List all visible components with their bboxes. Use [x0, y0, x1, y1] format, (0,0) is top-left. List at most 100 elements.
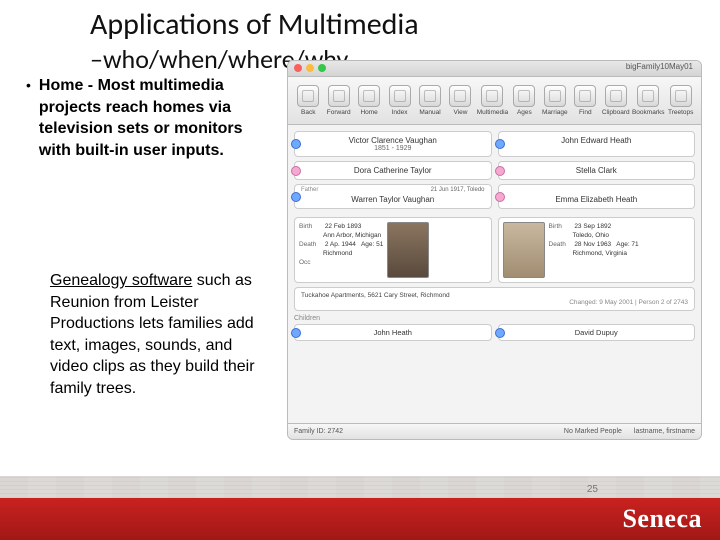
seneca-logo: Seneca — [622, 504, 702, 534]
grandfather-name: Victor Clarence Vaughan — [301, 136, 485, 145]
bookmarks-icon — [637, 85, 659, 107]
grandmother-name: Dora Catherine Taylor — [354, 166, 432, 175]
male-pin-icon — [291, 328, 301, 338]
minimize-icon[interactable] — [306, 64, 314, 72]
toolbar-label: View — [454, 109, 468, 116]
treetops-icon — [670, 85, 692, 107]
event-card[interactable]: Tuckahoe Apartments, 5621 Cary Street, R… — [294, 287, 695, 311]
grandfather2-name: John Edward Heath — [505, 136, 689, 145]
index-icon — [389, 85, 411, 107]
mother-card[interactable]: Emma Elizabeth Heath — [498, 184, 696, 209]
children-label: Children — [294, 315, 695, 322]
toolbar-button-view[interactable]: View — [446, 85, 474, 116]
father-portrait[interactable] — [387, 222, 429, 278]
bullet-text: Home - Most multimedia projects reach ho… — [39, 75, 276, 161]
toolbar-button-ages[interactable]: Ages — [510, 85, 538, 116]
slide: Applications of Multimedia –who/when/whe… — [0, 0, 720, 540]
close-icon[interactable] — [294, 64, 302, 72]
find-icon — [574, 85, 596, 107]
app-body: Victor Clarence Vaughan 1851 - 1929 John… — [288, 125, 701, 351]
toolbar-label: Multimedia — [477, 109, 508, 116]
male-pin-icon — [495, 328, 505, 338]
clipboard-icon — [605, 85, 627, 107]
slide-title: Applications of Multimedia — [90, 6, 419, 43]
toolbar-button-forward[interactable]: Forward — [324, 85, 352, 116]
multimedia-icon — [481, 85, 503, 107]
event-changed: Changed: 9 May 2001 | Person 2 of 2743 — [301, 299, 688, 306]
toolbar-label: Treetops — [668, 109, 693, 116]
female-pin-icon — [291, 166, 301, 176]
marriage-icon — [544, 85, 566, 107]
toolbar-button-index[interactable]: Index — [385, 85, 413, 116]
page-number: 25 — [587, 484, 598, 495]
grandmother2-card[interactable]: Stella Clark — [498, 161, 696, 180]
toolbar-label: Back — [301, 109, 315, 116]
mother-portrait[interactable] — [503, 222, 545, 278]
app-screenshot: bigFamily10May01 Back Forward Home Index Man… — [287, 60, 702, 440]
grandmother-card[interactable]: Dora Catherine Taylor — [294, 161, 492, 180]
toolbar-button-home[interactable]: Home — [355, 85, 383, 116]
event-address: Tuckahoe Apartments, 5621 Cary Street, R… — [301, 292, 688, 299]
zoom-icon[interactable] — [318, 64, 326, 72]
forward-icon — [328, 85, 350, 107]
toolbar-label: Clipboard — [602, 109, 630, 116]
grandfather-card[interactable]: Victor Clarence Vaughan 1851 - 1929 — [294, 131, 492, 157]
toolbar-button-multimedia[interactable]: Multimedia — [477, 85, 508, 116]
father-card[interactable]: Father 21 Jun 1917, Toledo Warren Taylor… — [294, 184, 492, 209]
toolbar-label: Find — [579, 109, 592, 116]
window-titlebar: bigFamily10May01 — [288, 61, 701, 77]
window-traffic-lights — [294, 64, 326, 72]
toolbar-label: Home — [360, 109, 377, 116]
paragraph-rest: such as Reunion from Leister Productions… — [50, 272, 255, 397]
child-card[interactable]: John Heath — [294, 324, 492, 341]
toolbar-button-marriage[interactable]: Marriage — [541, 85, 569, 116]
father-name: Warren Taylor Vaughan — [351, 195, 434, 204]
grandfather-dates: 1851 - 1929 — [301, 145, 485, 152]
toolbar-label: Manual — [419, 109, 440, 116]
child-card[interactable]: David Dupuy — [498, 324, 696, 341]
app-toolbar: Back Forward Home Index Manual View Multimedia… — [288, 77, 701, 125]
toolbar-button-back[interactable]: Back — [294, 85, 322, 116]
grandmother2-name: Stella Clark — [576, 166, 617, 175]
mother-detail-card[interactable]: Birth 23 Sep 1892 Toledo, Ohio Death 28 … — [498, 217, 696, 283]
footer-texture — [0, 476, 720, 498]
male-pin-icon — [291, 139, 301, 149]
toolbar-button-manual[interactable]: Manual — [416, 85, 444, 116]
toolbar-label: Marriage — [542, 109, 568, 116]
toolbar-button-find[interactable]: Find — [571, 85, 599, 116]
marked-people[interactable]: No Marked People — [564, 428, 622, 435]
window-document-title: bigFamily10May01 — [626, 62, 693, 71]
manual-icon — [419, 85, 441, 107]
father-tag: Father — [301, 187, 318, 193]
back-icon — [297, 85, 319, 107]
female-pin-icon — [495, 192, 505, 202]
father-life-date: 21 Jun 1917, Toledo — [431, 187, 485, 193]
toolbar-button-clipboard[interactable]: Clipboard — [602, 85, 630, 116]
footer-bar: Seneca — [0, 498, 720, 540]
female-pin-icon — [495, 166, 505, 176]
child-name: David Dupuy — [575, 328, 618, 337]
sort-order[interactable]: lastname, firstname — [634, 428, 695, 435]
mother-name: Emma Elizabeth Heath — [555, 195, 637, 204]
father-facts: Birth 22 Feb 1893 Ann Arbor, Michigan De… — [299, 222, 383, 278]
toolbar-label: Index — [392, 109, 408, 116]
paragraph-genealogy: Genealogy software such as Reunion from … — [50, 270, 270, 400]
bullet-marker: • — [26, 77, 31, 161]
bullet-item: • Home - Most multimedia projects reach … — [26, 75, 276, 161]
toolbar-button-bookmarks[interactable]: Bookmarks — [632, 85, 665, 116]
toolbar-label: Ages — [517, 109, 532, 116]
child-name: John Heath — [374, 328, 412, 337]
toolbar-label: Forward — [327, 109, 351, 116]
mother-facts: Birth 23 Sep 1892 Toledo, Ohio Death 28 … — [549, 222, 639, 278]
father-detail-card[interactable]: Birth 22 Feb 1893 Ann Arbor, Michigan De… — [294, 217, 492, 283]
male-pin-icon — [291, 192, 301, 202]
genealogy-link-text: Genealogy software — [50, 272, 192, 289]
toolbar-button-treetops[interactable]: Treetops — [666, 85, 694, 116]
toolbar-label: Bookmarks — [632, 109, 665, 116]
status-bar: Family ID: 2742 No Marked People lastnam… — [288, 423, 701, 439]
family-id: Family ID: 2742 — [294, 428, 343, 435]
view-icon — [449, 85, 471, 107]
grandfather2-card[interactable]: John Edward Heath — [498, 131, 696, 157]
home-icon — [358, 85, 380, 107]
male-pin-icon — [495, 139, 505, 149]
